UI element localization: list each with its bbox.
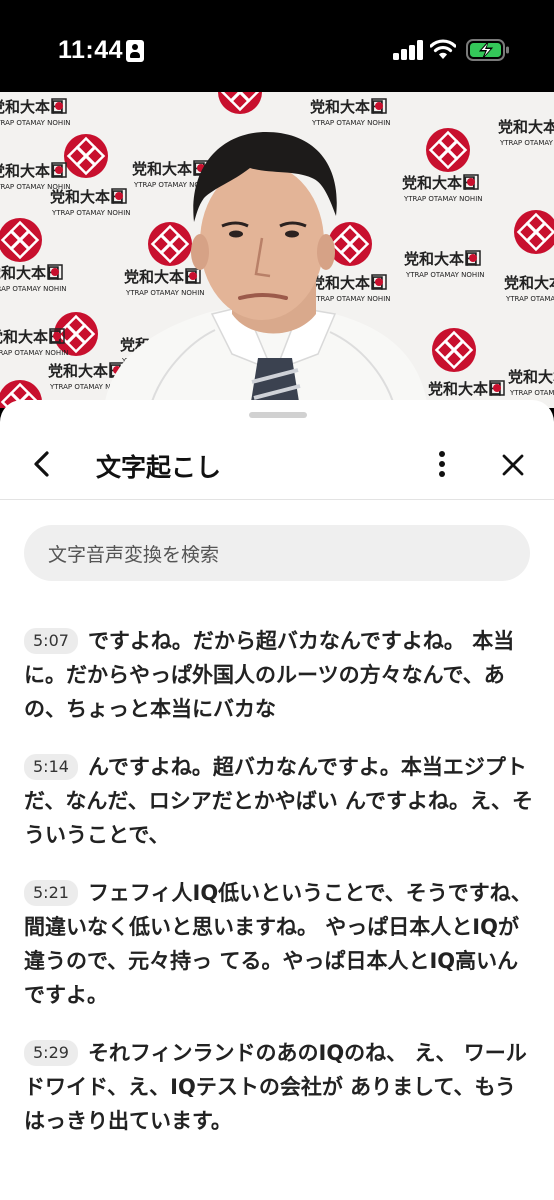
battery-charging-icon xyxy=(466,39,509,61)
timestamp-badge[interactable]: 5:29 xyxy=(24,1040,78,1066)
video-frame: 党和大本日 YTRAP OTAMAY NOHIN xyxy=(0,92,554,408)
status-time: 11:44 xyxy=(58,36,124,64)
timestamp-badge[interactable]: 5:07 xyxy=(24,628,78,654)
timestamp-badge[interactable]: 5:21 xyxy=(24,880,78,906)
sheet-title: 文字起こし xyxy=(96,453,222,482)
close-icon[interactable] xyxy=(496,448,530,482)
sheet-grabber-handle[interactable] xyxy=(249,412,307,418)
status-bar: 11:44 xyxy=(0,0,554,92)
segment-text: フェフィ人IQ低いということで、そうですね、間違いなく低いと思いますね。 やっぱ… xyxy=(24,881,532,1007)
transcript-list: 5:07 ですよね。だから超バカなんですよね。 本当に。だからやっぱ外国人のルーツ… xyxy=(24,624,534,1162)
wifi-icon xyxy=(430,39,456,59)
transcript-search-input[interactable]: 文字音声変換を検索 xyxy=(24,525,530,581)
segment-text: ですよね。だから超バカなんですよね。 本当に。だからやっぱ外国人のルーツの方々な… xyxy=(24,629,515,721)
timestamp-badge[interactable]: 5:14 xyxy=(24,754,78,780)
segment-text: んですよね。超バカなんですよ。本当エジプトだ、なんだ、ロシアだとかやばい んです… xyxy=(24,755,533,847)
transcript-segment[interactable]: 5:21 フェフィ人IQ低いということで、そうですね、間違いなく低いと思いますね。… xyxy=(24,876,534,1012)
search-placeholder: 文字音声変換を検索 xyxy=(48,544,220,566)
transcript-segment[interactable]: 5:14 んですよね。超バカなんですよ。本当エジプトだ、なんだ、ロシアだとかやばい… xyxy=(24,750,534,852)
header-divider xyxy=(0,499,554,500)
transcript-sheet: 文字起こし 文字音声変換を検索 5:07 ですよね。だから超バカなんですよね。 本… xyxy=(0,400,554,1200)
id-card-icon xyxy=(126,40,144,62)
more-vertical-icon[interactable] xyxy=(428,446,456,482)
chevron-left-icon[interactable] xyxy=(22,444,62,484)
transcript-segment[interactable]: 5:29 それフィンランドのあのIQのね、 え、 ワールドワイド、え、IQテストの… xyxy=(24,1036,534,1138)
segment-text: それフィンランドのあのIQのね、 え、 ワールドワイド、え、IQテストの会社が … xyxy=(24,1041,527,1133)
cellular-signal-icon xyxy=(393,40,423,60)
video-player[interactable]: 党和大本日 YTRAP OTAMAY NOHIN xyxy=(0,92,554,408)
transcript-segment[interactable]: 5:07 ですよね。だから超バカなんですよね。 本当に。だからやっぱ外国人のルーツ… xyxy=(24,624,534,726)
